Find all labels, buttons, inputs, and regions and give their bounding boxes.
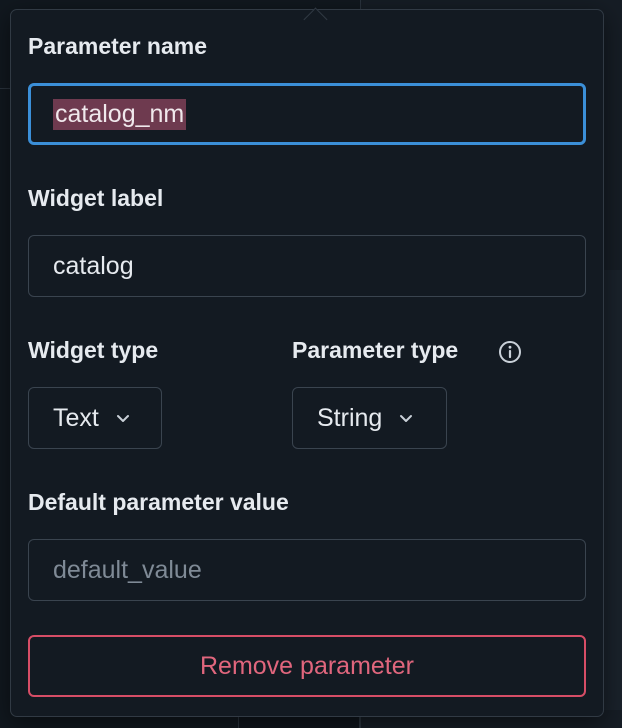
popover-caret [303,7,328,32]
remove-parameter-button[interactable]: Remove parameter [28,635,586,697]
default-value-label: Default parameter value [28,489,289,515]
parameter-type-value: String [317,403,383,432]
widget-type-label: Widget type [28,337,159,363]
info-circle-icon[interactable] [498,340,522,364]
chevron-down-icon [400,415,413,422]
parameter-name-label: Parameter name [28,33,207,59]
parameter-type-label: Parameter type [292,337,459,363]
background-divider [0,88,10,89]
parameter-type-select[interactable]: String [292,387,447,449]
default-value-input[interactable]: default_value [28,539,586,601]
background-code-area [604,270,622,710]
widget-type-value: Text [53,403,99,432]
widget-label-input[interactable]: catalog [28,235,586,297]
widget-label-value: catalog [53,251,134,280]
remove-parameter-label: Remove parameter [200,651,414,680]
parameter-name-value: catalog_nm [53,98,187,130]
parameter-name-input[interactable]: catalog_nm [28,83,586,145]
widget-type-select[interactable]: Text [28,387,162,449]
chevron-down-icon [116,415,129,422]
widget-label-label: Widget label [28,185,164,211]
default-value-placeholder: default_value [53,555,202,584]
